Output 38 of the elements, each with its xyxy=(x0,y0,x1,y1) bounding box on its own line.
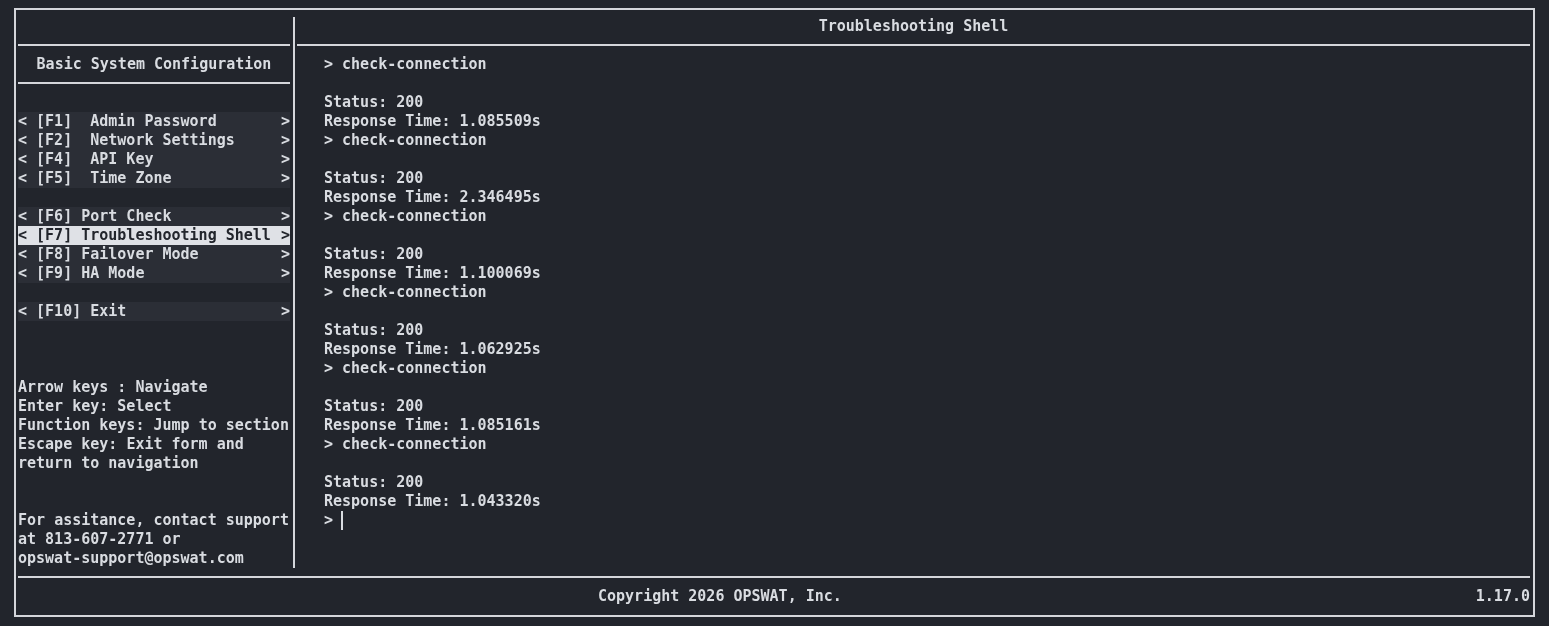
panel-title: Troubleshooting Shell xyxy=(818,17,1009,35)
output-line: Status: 200 xyxy=(324,397,424,415)
output-line: Status: 200 xyxy=(324,169,424,187)
sidebar-title: Basic System Configuration xyxy=(36,55,272,73)
menu-item[interactable]: < [F5] Time Zone > xyxy=(18,169,290,188)
menu-item[interactable]: < [F6] Port Check > xyxy=(18,207,290,226)
output-line: Response Time: 1.062925s xyxy=(324,340,541,358)
output-line: Response Time: 1.085161s xyxy=(324,416,541,434)
command-line: > check-connection xyxy=(324,131,487,149)
command-line: > check-connection xyxy=(324,359,487,377)
menu-item[interactable]: < [F2] Network Settings > xyxy=(18,131,290,150)
command-line: > check-connection xyxy=(324,55,487,73)
version-text: 1.17.0 xyxy=(1475,587,1530,606)
output-line: Response Time: 1.085509s xyxy=(324,112,541,130)
menu-item[interactable]: < [F9] HA Mode > xyxy=(18,264,290,283)
command-input[interactable] xyxy=(341,511,344,530)
output-line: Response Time: 1.100069s xyxy=(324,264,541,282)
output-line: Response Time: 2.346495s xyxy=(324,188,541,206)
prompt-symbol: > xyxy=(324,511,334,530)
output-line: Status: 200 xyxy=(324,473,424,491)
output-line: Status: 200 xyxy=(324,245,424,263)
help-text: Function keys: Jump to section xyxy=(18,416,290,435)
contact-text: For assitance, contact support at 813-607-2771 or opswat-support@opswat.com xyxy=(18,511,290,568)
command-line: > check-connection xyxy=(324,283,487,301)
menu-item[interactable]: < [F8] Failover Mode > xyxy=(18,245,290,264)
menu-item[interactable]: < [F7] Troubleshooting Shell > xyxy=(18,226,290,245)
menu-item[interactable]: < [F10] Exit > xyxy=(18,302,290,321)
menu-item[interactable]: < [F1] Admin Password > xyxy=(18,112,290,131)
help-text: Arrow keys : Navigate xyxy=(18,378,209,397)
output-line: Status: 200 xyxy=(324,93,424,111)
help-text: Enter key: Select xyxy=(18,397,173,416)
output-line: Status: 200 xyxy=(324,321,424,339)
menu-item[interactable]: < [F4] API Key > xyxy=(18,150,290,169)
command-line: > check-connection xyxy=(324,207,487,225)
command-line: > check-connection xyxy=(324,435,487,453)
copyright-text: Copyright 2026 OPSWAT, Inc. xyxy=(598,587,842,606)
help-text: Escape key: Exit form and return to navigation xyxy=(18,435,245,473)
output-line: Response Time: 1.043320s xyxy=(324,492,541,510)
